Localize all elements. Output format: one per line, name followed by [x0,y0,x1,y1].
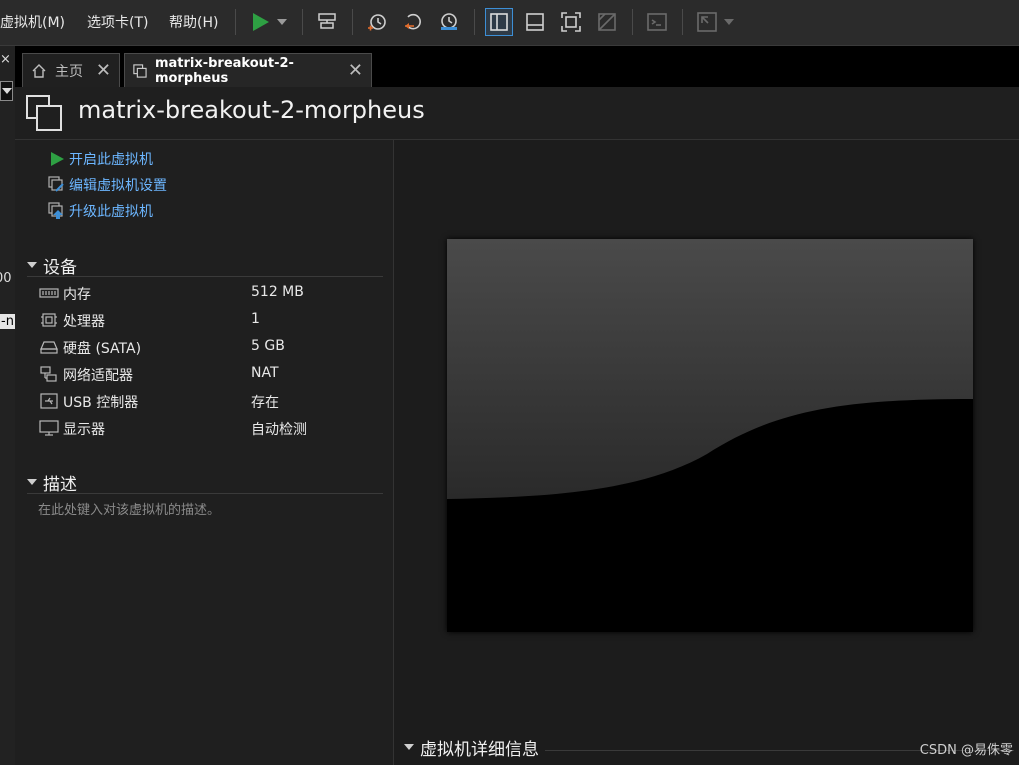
library-item-fragment[interactable]: 00 [0,271,12,286]
memory-icon [39,288,59,298]
toolbar-separator [682,9,683,35]
device-value: NAT [251,365,279,381]
stretch-dropdown-icon[interactable] [719,8,739,36]
usb-icon [40,393,58,409]
page-title: matrix-breakout-2-morpheus [78,96,425,124]
vm-large-icon [26,95,62,131]
collapse-triangle-icon [404,744,414,750]
chevron-down-icon [2,88,12,94]
device-name: 网络适配器 [63,368,133,384]
devices-header-label: 设备 [43,257,77,278]
devices-section-header[interactable]: 设备 [27,254,383,278]
menu-vm[interactable]: 虚拟机(M) [0,12,65,32]
hard-disk-icon [40,341,58,354]
device-row-memory[interactable]: 内存 512 MB [39,282,369,304]
device-row-hard-disk[interactable]: 硬盘 (SATA) 5 GB [39,336,369,358]
processor-icon [41,313,57,327]
power-on-label: 开启此虚拟机 [69,152,153,168]
toolbar-separator [352,9,353,35]
vm-summary-panel: 开启此虚拟机 编辑虚拟机设置 升级此虚拟机 设备 内存 512 MB 处理器 1… [15,140,394,765]
close-icon[interactable]: ✕ [96,61,111,80]
device-name: 处理器 [63,314,105,330]
dropdown-arrow-icon[interactable] [272,8,292,36]
upgrade-label: 升级此虚拟机 [69,204,153,220]
collapse-triangle-icon [27,479,37,485]
play-icon[interactable] [246,8,274,36]
device-row-display[interactable]: 显示器 自动检测 [39,417,369,439]
description-section-header[interactable]: 描述 [27,471,383,495]
watermark: CSDN @易侏零 [919,743,1013,758]
device-value: 512 MB [251,284,304,300]
home-icon [32,63,46,78]
tab-vm[interactable]: matrix-breakout-2-morpheus ✕ [124,53,372,87]
menu-tabs[interactable]: 选项卡(T) [87,12,148,32]
device-value: 5 GB [251,338,285,354]
toolbar-separator [632,9,633,35]
console-view-icon[interactable] [643,8,671,36]
snapshot-icon[interactable] [363,8,391,36]
revert-snapshot-icon[interactable] [399,8,427,36]
upgrade-icon [48,202,63,219]
upgrade-vm-link[interactable]: 升级此虚拟机 [48,200,153,222]
stretch-guest-icon[interactable] [693,8,721,36]
send-ctrl-alt-del-icon[interactable] [313,8,341,36]
device-name: 硬盘 (SATA) [63,341,142,357]
unity-icon[interactable] [593,8,621,36]
close-icon[interactable]: ✕ [348,61,363,80]
power-on-icon [51,152,64,166]
toolbar-separator [235,9,236,35]
network-adapter-icon [40,366,57,382]
device-value: 1 [251,311,260,327]
snapshot-manager-icon[interactable] [435,8,463,36]
device-row-processor[interactable]: 处理器 1 [39,309,369,331]
vm-icon [133,63,147,78]
edit-vm-settings-link[interactable]: 编辑虚拟机设置 [48,174,167,196]
device-row-network-adapter[interactable]: 网络适配器 NAT [39,363,369,385]
display-icon [39,420,59,436]
description-field[interactable]: 在此处键入对该虚拟机的描述。 [38,499,220,518]
device-value: 存在 [251,395,279,411]
tab-home[interactable]: 主页 ✕ [22,53,120,87]
vm-preview-panel: 虚拟机详细信息 [394,140,1019,765]
library-selected-item-fragment[interactable]: -n [0,314,15,329]
edit-settings-icon [48,176,64,192]
toolbar-separator [302,9,303,35]
vm-header: matrix-breakout-2-morpheus [15,87,1019,140]
device-name: 显示器 [63,422,105,438]
library-panel-collapsed: × 00 -n [0,46,16,765]
thumbnail-bar-icon[interactable] [521,8,549,36]
menu-help[interactable]: 帮助(H) [169,12,218,32]
collapse-triangle-icon [27,262,37,268]
vm-screen-graphic [447,239,973,632]
tab-home-label: 主页 [55,63,83,80]
vm-screen-thumbnail[interactable] [447,239,973,632]
full-screen-icon[interactable] [557,8,585,36]
device-name: USB 控制器 [63,395,139,411]
toolbar-separator [474,9,475,35]
edit-settings-label: 编辑虚拟机设置 [69,178,167,194]
menu-bar: 虚拟机(M) 选项卡(T) 帮助(H) [0,0,1019,46]
description-header-label: 描述 [43,474,77,495]
show-library-icon[interactable] [485,8,513,36]
tab-vm-label: matrix-breakout-2-morpheus [154,55,294,86]
device-name: 内存 [63,287,91,303]
device-row-usb-controller[interactable]: USB 控制器 存在 [39,390,369,412]
tab-bar: 主页 ✕ matrix-breakout-2-morpheus ✕ [15,46,1019,87]
power-on-vm-link[interactable]: 开启此虚拟机 [48,148,153,170]
library-close-fragment[interactable]: × [0,52,11,67]
device-value: 自动检测 [251,422,307,438]
library-search-dropdown[interactable] [0,81,13,101]
details-header-label: 虚拟机详细信息 [420,739,539,760]
